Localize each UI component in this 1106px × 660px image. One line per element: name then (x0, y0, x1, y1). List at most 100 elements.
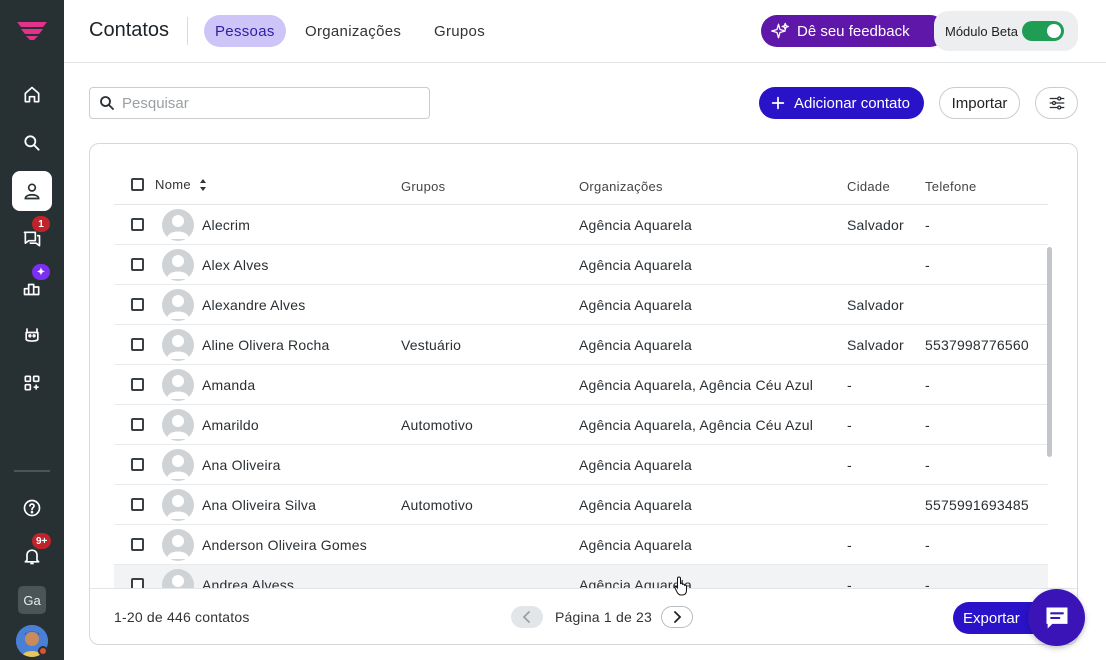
search-box[interactable] (89, 87, 430, 119)
person-icon (24, 183, 40, 200)
contacts-table: Nome Grupos Organizações Cidade Telefone… (114, 169, 1048, 588)
chat-icon (23, 231, 41, 247)
contact-name[interactable]: Ana Oliveira Silva (202, 497, 316, 513)
row-checkbox[interactable] (131, 378, 144, 391)
contact-avatar (162, 529, 194, 561)
chart-icon (23, 283, 40, 296)
contact-name[interactable]: Alex Alves (202, 257, 269, 273)
contact-org: Agência Aquarela, Agência Céu Azul (579, 377, 814, 393)
feedback-button[interactable]: Dê seu feedback (761, 15, 946, 47)
contact-name[interactable]: Alecrim (202, 217, 250, 233)
header: Contatos Pessoas Organizações Grupos Dê … (64, 0, 1106, 63)
table-row[interactable]: Amarildo Automotivo Agência Aquarela, Ag… (114, 405, 1048, 445)
search-icon (24, 135, 40, 151)
hand-cursor-icon (674, 576, 687, 596)
row-checkbox[interactable] (131, 258, 144, 271)
contact-name[interactable]: Anderson Oliveira Gomes (202, 537, 367, 553)
chat-icon (1046, 607, 1067, 628)
table-row[interactable]: Anderson Oliveira Gomes Agência Aquarela… (114, 525, 1048, 565)
table-scrollbar[interactable] (1047, 247, 1052, 457)
row-checkbox[interactable] (131, 338, 144, 351)
row-checkbox[interactable] (131, 458, 144, 471)
workspace-avatar[interactable]: Ga (18, 586, 46, 614)
import-button[interactable]: Importar (939, 87, 1020, 119)
bot-icon (25, 328, 39, 342)
chat-widget-button[interactable] (1028, 589, 1085, 646)
contact-name[interactable]: Aline Olivera Rocha (202, 337, 330, 353)
select-all-checkbox[interactable] (131, 178, 144, 191)
table-row[interactable]: Aline Olivera Rocha Vestuário Agência Aq… (114, 325, 1048, 365)
row-checkbox[interactable] (131, 498, 144, 511)
sidebar-item-help[interactable] (12, 488, 52, 528)
contact-city: - (847, 457, 852, 473)
column-nome[interactable]: Nome (155, 177, 191, 192)
beta-module: Módulo Beta (934, 11, 1078, 51)
beta-toggle[interactable] (1022, 21, 1064, 41)
contact-org: Agência Aquarela (579, 497, 692, 513)
bell-icon (24, 549, 40, 565)
contact-city: - (847, 377, 852, 393)
app-logo[interactable] (15, 19, 49, 41)
table-row[interactable]: Andrea Alvess Agência Aquarela - - (114, 565, 1048, 588)
tab-grupos[interactable]: Grupos (423, 15, 496, 47)
filter-button[interactable] (1035, 87, 1078, 119)
help-icon (23, 499, 41, 517)
contact-phone: - (925, 217, 930, 233)
sort-icon[interactable] (199, 178, 207, 192)
contact-name[interactable]: Amanda (202, 377, 255, 393)
contact-city: Salvador (847, 297, 904, 313)
contact-avatar (162, 329, 194, 361)
home-icon (24, 86, 40, 103)
tab-pessoas[interactable]: Pessoas (204, 15, 286, 47)
table-row[interactable]: Alexandre Alves Agência Aquarela Salvado… (114, 285, 1048, 325)
chevron-left-icon (522, 611, 530, 623)
next-page-button[interactable] (661, 606, 693, 628)
table-row[interactable]: Alecrim Agência Aquarela Salvador - (114, 205, 1048, 245)
contact-org: Agência Aquarela (579, 537, 692, 553)
contact-name[interactable]: Andrea Alvess (202, 577, 294, 588)
contact-org: Agência Aquarela (579, 297, 692, 313)
table-row[interactable]: Amanda Agência Aquarela, Agência Céu Azu… (114, 365, 1048, 405)
contact-city: Salvador (847, 337, 904, 353)
sidebar-item-bot[interactable] (12, 315, 52, 355)
column-cidade: Cidade (847, 179, 890, 194)
row-checkbox[interactable] (131, 538, 144, 551)
table-row[interactable]: Ana Oliveira Silva Automotivo Agência Aq… (114, 485, 1048, 525)
table-row[interactable]: Ana Oliveira Agência Aquarela - - (114, 445, 1048, 485)
row-checkbox[interactable] (131, 218, 144, 231)
contact-name[interactable]: Amarildo (202, 417, 259, 433)
sidebar-item-search[interactable] (12, 123, 52, 163)
contact-avatar (162, 369, 194, 401)
table-row[interactable]: Alex Alves Agência Aquarela - (114, 245, 1048, 285)
tab-organizacoes[interactable]: Organizações (294, 15, 412, 47)
contact-phone: - (925, 577, 930, 588)
contact-city: Salvador (847, 217, 904, 233)
sidebar-item-contacts[interactable] (12, 171, 52, 211)
result-count: 1-20 de 446 contatos (114, 609, 250, 625)
sparkle-icon (771, 22, 789, 39)
chevron-right-icon (674, 611, 682, 623)
contact-phone: - (925, 257, 930, 273)
contact-avatar (162, 249, 194, 281)
contact-org: Agência Aquarela (579, 337, 692, 353)
contact-avatar (162, 569, 194, 588)
sidebar-item-home[interactable] (12, 75, 52, 115)
row-checkbox[interactable] (131, 418, 144, 431)
header-divider (187, 17, 188, 45)
row-checkbox[interactable] (131, 578, 144, 588)
contact-phone: 5537998776560 (925, 337, 1029, 353)
page-title: Contatos (89, 19, 170, 41)
search-input[interactable] (122, 94, 422, 112)
column-grupos: Grupos (401, 179, 446, 194)
contact-name[interactable]: Ana Oliveira (202, 457, 281, 473)
row-checkbox[interactable] (131, 298, 144, 311)
contact-city: - (847, 577, 852, 588)
sidebar: 1 ✦ 9+ Ga (0, 0, 64, 660)
sidebar-item-apps[interactable] (12, 363, 52, 403)
search-icon (100, 96, 114, 110)
apps-icon (24, 375, 40, 391)
add-contact-button[interactable]: Adicionar contato (759, 87, 924, 119)
contact-phone: - (925, 377, 930, 393)
contact-name[interactable]: Alexandre Alves (202, 297, 305, 313)
previous-page-button[interactable] (511, 606, 543, 628)
